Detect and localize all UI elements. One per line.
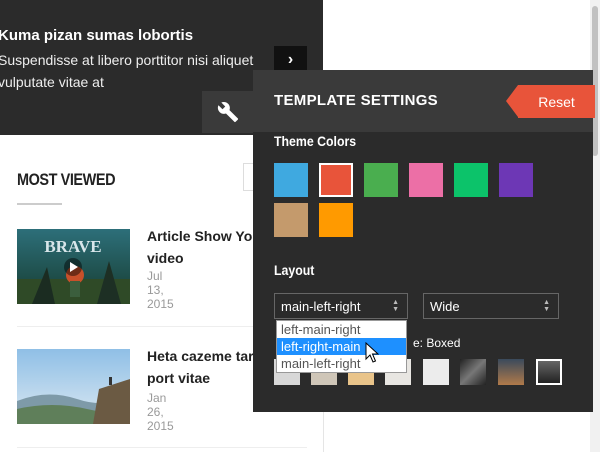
panel-header: TEMPLATE SETTINGS Reset	[253, 70, 595, 132]
layout-select[interactable]: main-left-right ▲ ▼	[274, 293, 408, 319]
color-swatch-purple[interactable]	[499, 163, 533, 197]
slide-description: Suspendisse at libero porttitor nisi ali…	[0, 52, 254, 90]
pattern-thumb[interactable]	[460, 359, 486, 385]
panel-title: TEMPLATE SETTINGS	[274, 92, 438, 109]
color-swatch-orange[interactable]	[319, 203, 353, 237]
color-swatch-pink[interactable]	[409, 163, 443, 197]
pattern-thumb-selected[interactable]	[536, 359, 562, 385]
layout-option[interactable]: left-main-right	[277, 321, 406, 338]
color-swatch-tan[interactable]	[274, 203, 308, 237]
theme-colors-label: Theme Colors	[274, 133, 357, 149]
pattern-thumb[interactable]	[423, 359, 449, 385]
list-divider	[17, 447, 307, 448]
article-thumbnail[interactable]: BRAVE	[17, 229, 130, 304]
select-arrows-icon: ▲ ▼	[543, 299, 550, 313]
layout-option[interactable]: main-left-right	[277, 355, 406, 372]
color-swatch-red[interactable]	[319, 163, 353, 197]
svg-text:BRAVE: BRAVE	[44, 237, 101, 256]
layout-select-value: main-left-right	[281, 299, 361, 314]
article-thumbnail[interactable]	[17, 349, 130, 424]
mode-label: e: Boxed	[413, 336, 461, 350]
layout-option-highlighted[interactable]: left-right-main	[277, 338, 406, 355]
color-swatch-green[interactable]	[364, 163, 398, 197]
slide-title[interactable]: Kuma pizan sumas lobortis	[0, 27, 193, 44]
template-settings-panel: TEMPLATE SETTINGS Reset Theme Colors Lay…	[253, 70, 595, 412]
color-swatch-blue[interactable]	[274, 163, 308, 197]
width-select-value: Wide	[430, 299, 460, 314]
pattern-image	[538, 361, 560, 383]
article-date: Jul 13, 2015	[147, 269, 174, 311]
settings-toggle-button[interactable]	[202, 91, 253, 133]
heading-underline	[17, 203, 62, 205]
color-swatch-emerald[interactable]	[454, 163, 488, 197]
wrench-icon	[217, 102, 238, 123]
chevron-right-icon: ›	[287, 51, 294, 68]
article-date: Jan 26, 2015	[147, 391, 174, 433]
reset-button[interactable]: Reset	[506, 85, 595, 118]
layout-dropdown: left-main-right left-right-main main-lef…	[276, 320, 407, 373]
width-select[interactable]: Wide ▲ ▼	[423, 293, 559, 319]
select-arrows-icon: ▲ ▼	[392, 299, 399, 313]
pattern-thumb[interactable]	[498, 359, 524, 385]
most-viewed-heading: MOST VIEWED	[17, 170, 116, 189]
layout-label: Layout	[274, 262, 315, 278]
mouse-cursor-icon	[365, 342, 379, 363]
